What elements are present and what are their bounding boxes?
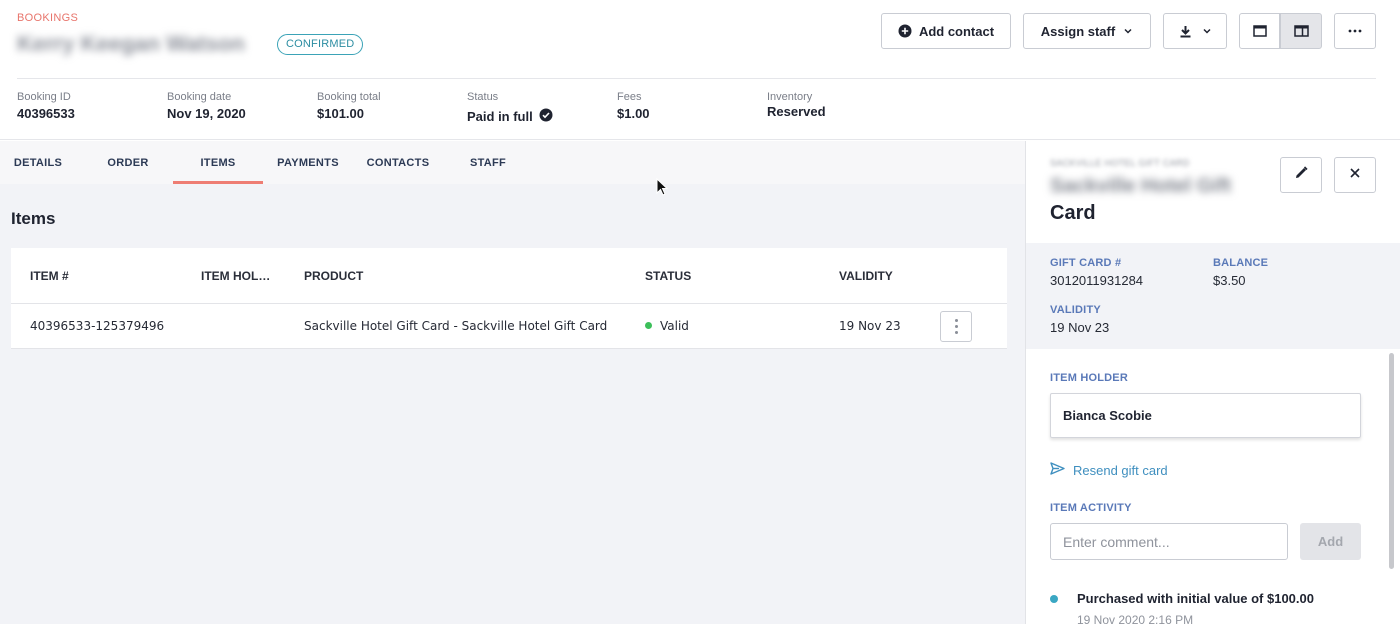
breadcrumb[interactable]: BOOKINGS <box>17 12 78 24</box>
balance-value: $3.50 <box>1213 273 1246 288</box>
close-panel-button[interactable] <box>1334 157 1376 193</box>
more-icon <box>1348 29 1362 33</box>
summary-booking-total: Booking total $101.00 <box>317 91 381 121</box>
summary-status: Status Paid in full <box>467 91 553 125</box>
cell-item-number: 40396533-125379496 <box>30 319 165 333</box>
kebab-icon <box>954 319 958 322</box>
summary-value: 40396533 <box>17 106 75 121</box>
panel-body: ITEM HOLDER Bianca Scobie Resend gift ca… <box>1026 349 1400 627</box>
chevron-down-icon <box>1202 26 1212 36</box>
summary-value: Paid in full <box>467 109 533 124</box>
customer-name: Kerry Keegan Watson <box>17 31 245 56</box>
gift-card-number-label: GIFT CARD # <box>1050 257 1122 269</box>
table-row[interactable]: 40396533-125379496 Sackville Hotel Gift … <box>11 304 1007 349</box>
add-comment-button[interactable]: Add <box>1300 523 1361 560</box>
status-dot-icon <box>645 322 652 329</box>
summary-label: Booking ID <box>17 91 71 103</box>
summary-fees: Fees $1.00 <box>617 91 650 121</box>
panel-subtitle: SACKVILLE HOTEL GIFT CARD <box>1050 158 1190 168</box>
activity-time: 19 Nov 2020 2:16 PM <box>1077 613 1194 627</box>
table-header: ITEM # ITEM HOL… PRODUCT STATUS VALIDITY <box>11 248 1007 304</box>
panel-title: Sackville Hotel Gift Card <box>1050 173 1260 227</box>
summary-value: $101.00 <box>317 106 364 121</box>
column-status[interactable]: STATUS <box>645 269 691 283</box>
column-validity[interactable]: VALIDITY <box>839 269 893 283</box>
tab-contacts[interactable]: CONTACTS <box>358 141 438 184</box>
header-divider <box>17 78 1376 79</box>
summary-value: Nov 19, 2020 <box>167 106 246 121</box>
tab-staff[interactable]: STAFF <box>458 141 518 184</box>
summary-label: Booking total <box>317 91 381 103</box>
main-content: DETAILS ORDER ITEMS PAYMENTS CONTACTS ST… <box>0 141 1025 624</box>
tab-items[interactable]: ITEMS <box>173 141 263 184</box>
resend-label: Resend gift card <box>1073 462 1168 478</box>
split-pane-view-button[interactable] <box>1280 13 1322 49</box>
more-actions-button[interactable] <box>1334 13 1376 49</box>
send-icon <box>1050 462 1065 478</box>
balance-label: BALANCE <box>1213 257 1269 269</box>
tab-details[interactable]: DETAILS <box>0 141 76 184</box>
panel-title-blurred: Sackville Hotel Gift <box>1050 175 1232 197</box>
status-badge: CONFIRMED <box>277 34 364 55</box>
cell-status: Valid <box>645 319 689 333</box>
summary-inventory: Inventory Reserved <box>767 91 826 119</box>
summary-booking-date: Booking date Nov 19, 2020 <box>167 91 246 121</box>
split-pane-icon <box>1293 25 1309 37</box>
kebab-icon <box>954 331 958 334</box>
summary-value: Reserved <box>767 104 826 119</box>
assign-staff-label: Assign staff <box>1040 23 1116 39</box>
item-holder-label: ITEM HOLDER <box>1050 372 1128 384</box>
panel-title-tail: Card <box>1050 202 1096 224</box>
tab-payments[interactable]: PAYMENTS <box>268 141 348 184</box>
chevron-down-icon <box>1123 26 1133 36</box>
booking-tabs: DETAILS ORDER ITEMS PAYMENTS CONTACTS ST… <box>0 141 1025 184</box>
single-pane-icon <box>1252 25 1267 37</box>
add-contact-label: Add contact <box>918 23 995 39</box>
items-table: ITEM # ITEM HOL… PRODUCT STATUS VALIDITY… <box>11 248 1007 349</box>
panel-scrollbar[interactable] <box>1389 353 1394 569</box>
item-detail-panel: SACKVILLE HOTEL GIFT CARD Sackville Hote… <box>1025 141 1400 627</box>
summary-label: Booking date <box>167 91 232 103</box>
plus-circle-icon <box>898 24 912 38</box>
status-text: Valid <box>660 319 689 333</box>
comment-input[interactable] <box>1050 523 1288 560</box>
summary-label: Status <box>467 91 499 103</box>
resend-gift-card-link[interactable]: Resend gift card <box>1050 462 1168 478</box>
kebab-icon <box>954 325 958 328</box>
panel-header: SACKVILLE HOTEL GIFT CARD Sackville Hote… <box>1026 141 1400 243</box>
gift-card-details: GIFT CARD # 3012011931284 BALANCE $3.50 … <box>1026 243 1400 349</box>
summary-booking-id: Booking ID 40396533 <box>17 91 75 121</box>
validity-label: VALIDITY <box>1050 304 1101 316</box>
tab-order[interactable]: ORDER <box>87 141 169 184</box>
item-activity-label: ITEM ACTIVITY <box>1050 502 1132 514</box>
cell-validity: 19 Nov 23 <box>839 319 901 333</box>
gift-card-number-value: 3012011931284 <box>1050 273 1144 288</box>
item-holder-field[interactable]: Bianca Scobie <box>1050 393 1361 438</box>
pencil-icon <box>1295 166 1308 184</box>
close-icon <box>1349 166 1361 184</box>
download-icon <box>1179 25 1192 38</box>
assign-staff-button[interactable]: Assign staff <box>1023 13 1151 49</box>
check-circle-icon <box>539 108 553 125</box>
column-item-holder[interactable]: ITEM HOL… <box>201 269 270 283</box>
section-title: Items <box>11 209 56 228</box>
summary-value: $1.00 <box>617 106 650 121</box>
add-contact-button[interactable]: Add contact <box>881 13 1011 49</box>
edit-button[interactable] <box>1280 157 1322 193</box>
column-product[interactable]: PRODUCT <box>304 269 363 283</box>
column-item-number[interactable]: ITEM # <box>30 269 69 283</box>
summary-label: Inventory <box>767 91 813 103</box>
single-pane-view-button[interactable] <box>1239 13 1280 49</box>
cursor-icon <box>656 177 669 201</box>
booking-header: BOOKINGS Kerry Keegan Watson CONFIRMED A… <box>0 0 1400 140</box>
download-button[interactable] <box>1163 13 1227 49</box>
cell-product: Sackville Hotel Gift Card - Sackville Ho… <box>304 319 608 333</box>
activity-text: Purchased with initial value of $100.00 <box>1077 591 1314 606</box>
validity-value: 19 Nov 23 <box>1050 320 1110 335</box>
activity-dot-icon <box>1050 595 1058 603</box>
row-actions-button[interactable] <box>940 311 972 342</box>
summary-label: Fees <box>617 91 642 103</box>
